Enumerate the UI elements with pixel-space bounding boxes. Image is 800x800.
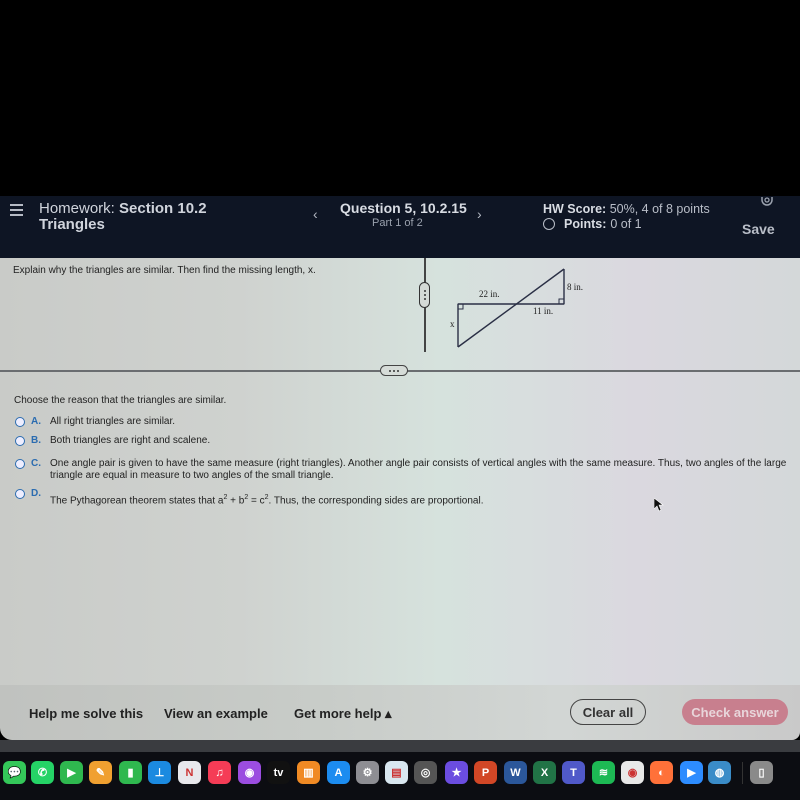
dock-photo-booth-icon[interactable]: ◎ xyxy=(414,761,437,784)
vertical-resize-handle[interactable] xyxy=(419,282,430,308)
screen-bezel-strip xyxy=(0,740,800,752)
get-more-help-button[interactable]: Get more help ▴ xyxy=(294,706,392,722)
assignment-header: Homework: Section 10.2 Triangles ‹ Quest… xyxy=(0,196,800,258)
option-c[interactable]: C. One angle pair is given to have the s… xyxy=(15,458,795,482)
dock-pages-icon[interactable]: ✎ xyxy=(89,761,112,784)
label-8-in: 8 in. xyxy=(567,282,584,292)
label-22-in: 22 in. xyxy=(479,289,500,299)
dock-system-settings-icon[interactable]: ⚙ xyxy=(356,761,379,784)
option-a-letter: A. xyxy=(31,416,41,427)
dock-app-store-icon[interactable]: A xyxy=(327,761,350,784)
option-b-letter: B. xyxy=(31,435,41,446)
question-title[interactable]: Question 5, 10.2.15 xyxy=(340,200,467,216)
settings-gear-icon[interactable] xyxy=(760,196,774,208)
dock-chrome-icon[interactable]: ◉ xyxy=(621,761,644,784)
dock-preview-icon[interactable]: ▤ xyxy=(385,761,408,784)
option-b[interactable]: B. Both triangles are right and scalene. xyxy=(15,435,210,447)
option-c-text: One angle pair is given to have the same… xyxy=(50,458,787,481)
hw-score: HW Score: 50%, 4 of 8 points xyxy=(543,202,710,216)
dock-facetime-icon[interactable]: ▶ xyxy=(60,761,83,784)
dock-firefox-icon[interactable]: ◐ xyxy=(650,761,673,784)
option-d-radio[interactable] xyxy=(15,489,25,499)
dock-news-icon[interactable]: N xyxy=(178,761,201,784)
option-a[interactable]: A. All right triangles are similar. xyxy=(15,416,175,428)
right-angle-marker-large xyxy=(457,303,464,310)
dock-books-icon[interactable]: ▥ xyxy=(297,761,320,784)
option-a-radio[interactable] xyxy=(15,417,25,427)
label-11-in: 11 in. xyxy=(533,306,554,316)
option-d-text: The Pythagorean theorem states that a2 +… xyxy=(50,494,484,507)
option-c-letter: C. xyxy=(31,458,41,469)
dock-powerpoint-icon[interactable]: P xyxy=(474,761,497,784)
homework-label: Homework: xyxy=(39,200,115,217)
help-me-solve-button[interactable]: Help me solve this xyxy=(29,706,143,721)
dock-trash-icon[interactable]: ▯ xyxy=(750,761,773,784)
dock-whatsapp-icon[interactable]: ✆ xyxy=(31,761,54,784)
option-d[interactable]: D. The Pythagorean theorem states that a… xyxy=(15,488,483,507)
dock-network-globe-icon[interactable]: ◍ xyxy=(708,761,731,784)
right-angle-marker-small xyxy=(558,298,565,305)
question-points: Points: 0 of 1 xyxy=(543,217,642,231)
hw-score-label: HW Score: xyxy=(543,202,607,216)
previous-question-button[interactable]: ‹ xyxy=(313,206,318,222)
dock-messages-icon[interactable]: 💬 xyxy=(3,761,26,784)
dock-word-icon[interactable]: W xyxy=(504,761,527,784)
dock-separator xyxy=(742,762,743,784)
dock-apple-tv-icon[interactable]: tv xyxy=(267,761,290,784)
points-value: 0 of 1 xyxy=(610,217,642,231)
option-d-text-after: . Thus, the corresponding sides are prop… xyxy=(268,495,484,507)
option-b-radio[interactable] xyxy=(15,436,25,446)
macos-dock: 💬 ✆ ▶ ✎ ▮ ⊥ N ♫ ◉ tv ▥ A ⚙ ▤ ◎ ★ P W X T ≋ ◉ ◐ ▶ ◍ ▯ xyxy=(0,752,800,800)
dock-zoom-icon[interactable]: ▶ xyxy=(680,761,703,784)
hw-score-value: 50%, 4 of 8 points xyxy=(609,202,710,216)
help-toolbar: Help me solve this View an example Get m… xyxy=(0,685,800,740)
question-prompt: Explain why the triangles are similar. T… xyxy=(13,265,316,276)
option-d-letter: D. xyxy=(31,488,41,499)
dock-keynote-icon[interactable]: ⊥ xyxy=(148,761,171,784)
points-label: Points: xyxy=(564,217,607,231)
hamburger-menu-icon[interactable] xyxy=(10,204,23,216)
question-content: Explain why the triangles are similar. T… xyxy=(0,258,800,685)
dock-music-icon[interactable]: ♫ xyxy=(208,761,231,784)
dock-imovie-icon[interactable]: ★ xyxy=(445,761,468,784)
screen-bezel-top xyxy=(0,0,800,196)
check-answer-button[interactable]: Check answer xyxy=(682,699,788,725)
dock-podcasts-icon[interactable]: ◉ xyxy=(238,761,261,784)
homework-subtitle: Triangles xyxy=(39,216,105,233)
option-a-text: All right triangles are similar. xyxy=(50,416,176,427)
view-example-button[interactable]: View an example xyxy=(164,706,268,721)
save-button[interactable]: Save xyxy=(742,221,775,237)
question-part: Part 1 of 2 xyxy=(372,217,423,229)
horizontal-resize-handle[interactable] xyxy=(380,365,408,376)
triangles-figure: 22 in. 8 in. 11 in. x xyxy=(440,258,600,358)
clear-all-button[interactable]: Clear all xyxy=(570,699,646,725)
option-c-radio[interactable] xyxy=(15,459,25,469)
next-question-button[interactable]: › xyxy=(477,206,482,222)
points-status-icon xyxy=(543,218,555,230)
homework-title: Homework: Section 10.2 xyxy=(39,200,207,217)
homework-section: Section 10.2 xyxy=(119,200,207,217)
label-x: x xyxy=(450,319,455,329)
dock-excel-icon[interactable]: X xyxy=(533,761,556,784)
dock-numbers-icon[interactable]: ▮ xyxy=(119,761,142,784)
choose-prompt: Choose the reason that the triangles are… xyxy=(14,395,227,406)
dock-spotify-icon[interactable]: ≋ xyxy=(592,761,615,784)
option-d-text-before: The Pythagorean theorem states that a xyxy=(50,495,224,507)
triangles-diagram xyxy=(457,268,565,348)
dock-teams-icon[interactable]: T xyxy=(562,761,585,784)
option-b-text: Both triangles are right and scalene. xyxy=(50,435,211,446)
mouse-pointer-icon xyxy=(654,498,664,512)
